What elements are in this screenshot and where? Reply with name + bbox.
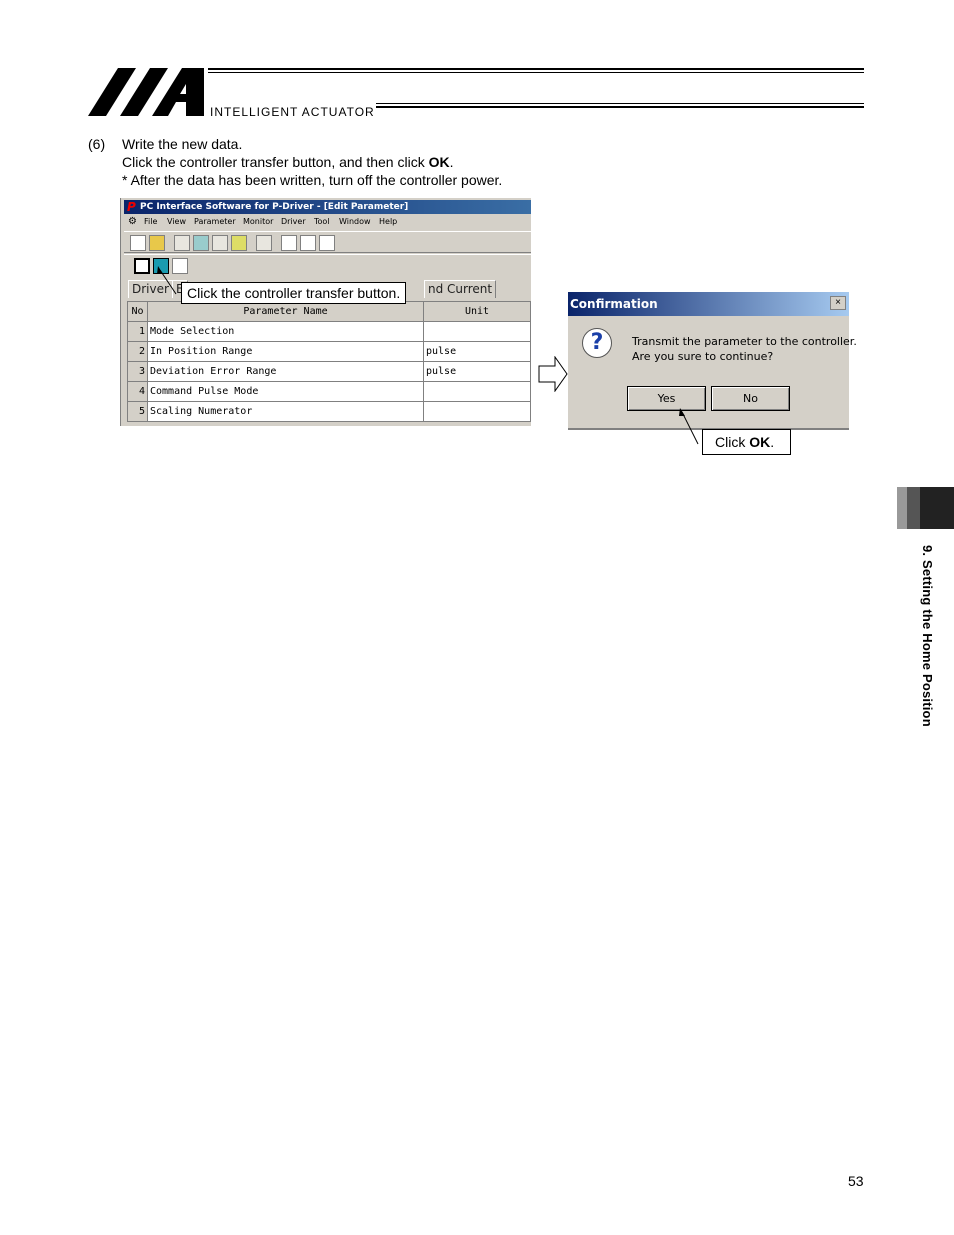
open-folder-icon[interactable] [149,235,165,251]
chapter-label: 9. Setting the Home Position [920,545,935,727]
brand-name: INTELLIGENT ACTUATOR [210,105,375,119]
row-unit[interactable]: pulse [423,341,531,362]
menu-view[interactable]: View [167,215,186,229]
side-tab-stripe-dark [920,487,954,529]
app-title-bar: P PC Interface Software for P-Driver - [… [124,200,531,214]
callout-transfer-button: Click the controller transfer button. [181,282,407,304]
column-header-no[interactable]: No [127,301,148,322]
row-number: 3 [127,361,148,382]
row-unit[interactable]: pulse [423,361,531,382]
row-parameter-name[interactable]: Scaling Numerator [147,401,424,422]
side-tab-stripe-light [897,487,907,529]
toolbar-edit [124,254,531,276]
row-unit[interactable] [423,401,531,422]
next-step-arrow-icon [538,356,568,392]
callout-ok: Click OK. [702,429,791,455]
window-cascade-icon[interactable] [281,235,297,251]
step-number: (6) [88,136,106,152]
row-parameter-name[interactable]: In Position Range [147,341,424,362]
column-header-name[interactable]: Parameter Name [147,301,424,322]
menu-monitor[interactable]: Monitor [243,215,273,229]
callout-ok-prefix: Click [715,434,750,450]
step-instruction-ok: OK [428,154,450,170]
step-instruction-text: Click the controller transfer button, an… [122,154,429,170]
table-row[interactable]: 5 Scaling Numerator [127,401,531,422]
confirmation-dialog: Confirmation × ? Transmit the parameter … [568,292,857,430]
row-parameter-name[interactable]: Command Pulse Mode [147,381,424,402]
app-logo-icon: P [127,200,136,214]
header-rule-bottom-2 [376,106,864,108]
menu-file[interactable]: File [144,215,157,229]
page-number: 53 [848,1173,864,1189]
side-tab-stripe-mid [907,487,920,529]
callout-ok-bold: OK [749,434,771,450]
column-header-unit[interactable]: Unit [423,301,531,322]
row-unit[interactable] [423,321,531,342]
edit-pencil-icon[interactable] [231,235,247,251]
menu-tool[interactable]: Tool [314,215,330,229]
step-instruction-suffix: . [449,154,454,170]
settings-icon[interactable] [256,235,272,251]
row-unit[interactable] [423,381,531,402]
header-rule-bottom-1 [376,103,864,104]
row-number: 5 [127,401,148,422]
tool-icon-1[interactable] [174,235,190,251]
step-note: * After the data has been written, turn … [122,172,503,188]
window-tile-v-icon[interactable] [319,235,335,251]
menu-parameter[interactable]: Parameter [194,215,236,229]
menu-window[interactable]: Window [339,215,371,229]
step-instruction: Click the controller transfer button, an… [122,153,453,171]
callout-ok-pointer-icon [679,408,699,445]
table-row[interactable]: 2 In Position Range pulse [127,341,531,362]
app-title: PC Interface Software for P-Driver - [Ed… [140,202,409,212]
menu-driver[interactable]: Driver [281,215,306,229]
menu-help[interactable]: Help [379,215,397,229]
dialog-message: Transmit the parameter to the controller… [632,334,857,364]
new-file-icon[interactable] [130,235,146,251]
toolbar-main [124,231,531,253]
save-icon[interactable] [134,258,150,274]
dialog-message-line-1: Transmit the parameter to the controller… [632,335,857,348]
dialog-message-line-2: Are you sure to continue? [632,350,774,363]
row-parameter-name[interactable]: Deviation Error Range [147,361,424,382]
tab-current[interactable]: nd Current [424,280,497,298]
list-icon[interactable] [212,235,228,251]
window-tile-h-icon[interactable] [300,235,316,251]
row-number: 2 [127,341,148,362]
header-rule-top-2 [208,72,864,73]
parameter-table: No Parameter Name Unit 1 Mode Selection … [127,301,531,422]
row-parameter-name[interactable]: Mode Selection [147,321,424,342]
menu-bar: ⚙ File View Parameter Monitor Driver Too… [124,215,531,229]
table-bottom-mask [120,426,540,446]
row-number: 1 [127,321,148,342]
row-number: 4 [127,381,148,402]
dialog-title: Confirmation [568,292,849,316]
ia-logo-icon [88,68,204,116]
menu-icon[interactable]: ⚙ [128,215,137,229]
question-icon: ? [582,328,612,358]
callout-pointer-icon [157,266,177,295]
table-row[interactable]: 1 Mode Selection [127,321,531,342]
callout-ok-suffix: . [770,434,775,450]
close-icon[interactable]: × [830,296,846,310]
monitor-icon[interactable] [193,235,209,251]
header-rule-top-1 [208,68,864,70]
step-title: Write the new data. [122,136,243,152]
table-header-row: No Parameter Name Unit [127,301,531,322]
table-row[interactable]: 4 Command Pulse Mode [127,381,531,402]
table-row[interactable]: 3 Deviation Error Range pulse [127,361,531,382]
no-button[interactable]: No [711,386,790,411]
